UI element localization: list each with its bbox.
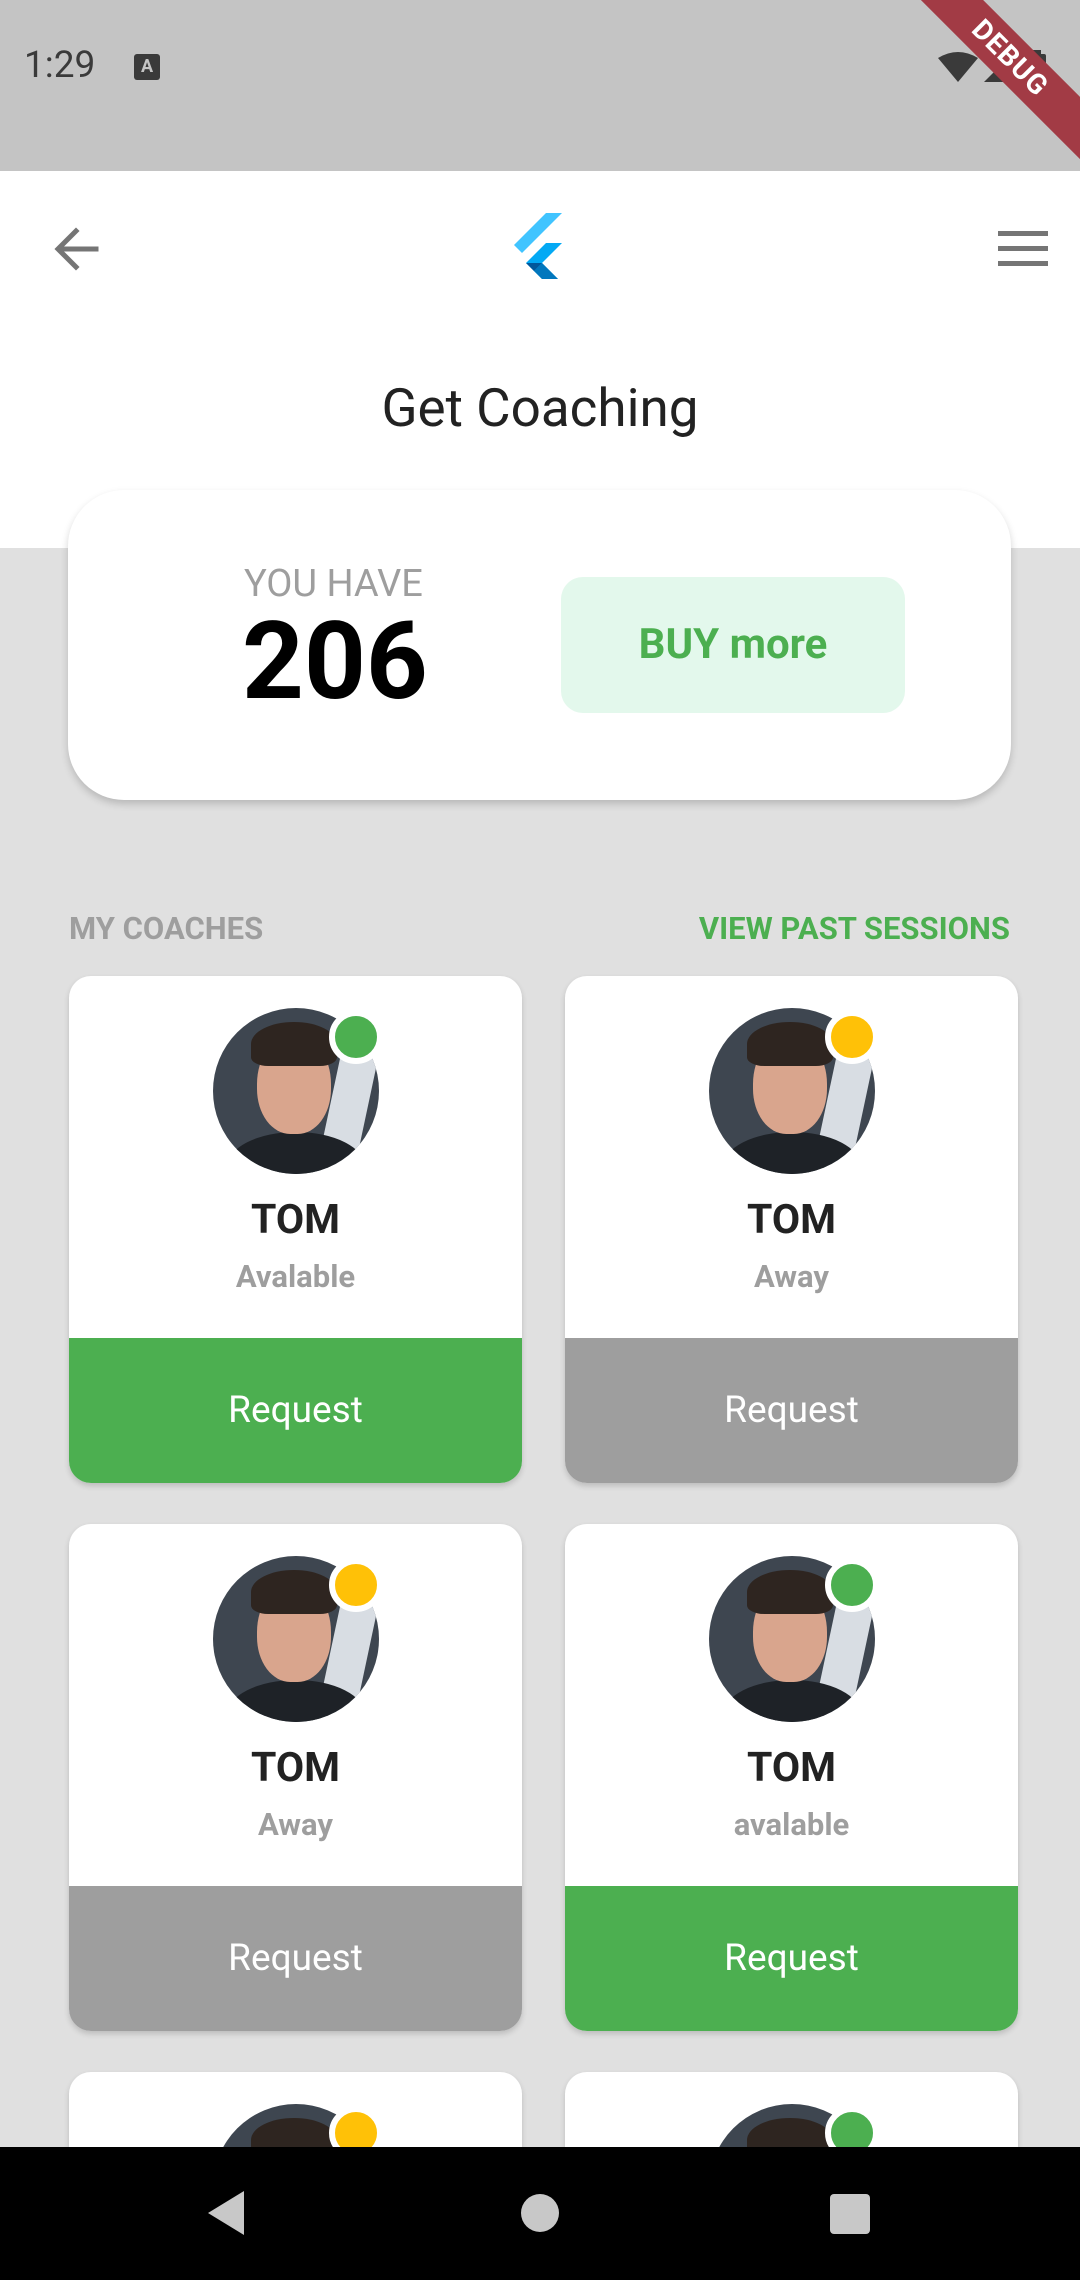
credits-card: YOU HAVE 206 BUY more [68, 490, 1011, 800]
status-dot-available [825, 1558, 879, 1612]
coach-name: TOM [250, 1744, 340, 1792]
request-button[interactable]: Request [565, 1338, 1018, 1483]
coach-card: TOM avalable Request [565, 1524, 1018, 2031]
nav-recents-icon[interactable] [830, 2194, 870, 2234]
coach-status: Away [257, 1806, 334, 1843]
nav-home-icon[interactable] [521, 2194, 559, 2232]
status-dot-available [329, 1010, 383, 1064]
view-past-sessions-link[interactable]: VIEW PAST SESSIONS [699, 910, 1010, 947]
nav-back-icon[interactable] [204, 2189, 248, 2237]
coach-status: avalable [733, 1806, 850, 1843]
coach-name: TOM [746, 1744, 836, 1792]
hamburger-menu-icon [998, 231, 1048, 266]
buy-more-button[interactable]: BUY more [561, 577, 905, 713]
request-button[interactable]: Request [69, 1886, 522, 2031]
my-coaches-label: MY COACHES [69, 910, 264, 947]
status-time: 1:29 [24, 44, 96, 87]
arrow-left-icon [54, 227, 99, 271]
coach-name: TOM [746, 1196, 836, 1244]
navigation-bar [0, 2147, 1080, 2280]
status-bar: 1:29 A DEBUG [0, 0, 1080, 171]
page-title: Get Coaching [381, 377, 699, 439]
back-button[interactable] [50, 221, 106, 277]
coach-card [69, 2072, 522, 2147]
flutter-logo-icon [508, 213, 572, 283]
request-button[interactable]: Request [69, 1338, 522, 1483]
coach-card [565, 2072, 1018, 2147]
status-dot-available [825, 2106, 879, 2147]
credits-value: 206 [242, 599, 428, 725]
menu-button[interactable] [996, 227, 1052, 271]
coach-card: TOM Avalable Request [69, 976, 522, 1483]
coach-card: TOM Away Request [565, 976, 1018, 1483]
notification-icon: A [134, 54, 160, 80]
request-button[interactable]: Request [565, 1886, 1018, 2031]
status-dot-away [329, 2106, 383, 2147]
coach-status: Avalable [235, 1258, 356, 1295]
coach-name: TOM [250, 1196, 340, 1244]
coach-status: Away [753, 1258, 830, 1295]
status-dot-away [329, 1558, 383, 1612]
status-dot-away [825, 1010, 879, 1064]
coach-card: TOM Away Request [69, 1524, 522, 2031]
